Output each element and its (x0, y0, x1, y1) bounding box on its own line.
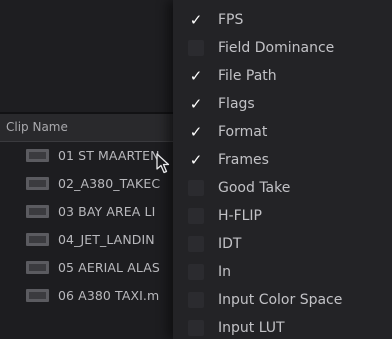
checkmark-icon: ✓ (189, 11, 203, 29)
menu-item-label: Field Dominance (218, 40, 335, 56)
menu-item-frames[interactable]: ✓ Frames (173, 146, 392, 174)
film-clip-icon (26, 204, 49, 218)
menu-item-label: IDT (218, 236, 242, 252)
list-item[interactable]: 03 BAY AREA LI (26, 201, 155, 221)
unchecked-box-icon (188, 40, 204, 56)
menu-item-label: Good Take (218, 180, 291, 196)
mouse-pointer-icon (156, 153, 170, 174)
checkmark-icon: ✓ (189, 95, 203, 113)
menu-item-fps[interactable]: ✓ FPS (173, 6, 392, 34)
menu-item-field-dominance[interactable]: Field Dominance (173, 34, 392, 62)
unchecked-box-icon (188, 180, 204, 196)
unchecked-box-icon (188, 320, 204, 336)
list-item[interactable]: 01 ST MAARTEN (26, 145, 160, 165)
menu-item-flags[interactable]: ✓ Flags (173, 90, 392, 118)
unchecked-box-icon (188, 264, 204, 280)
checkmark-icon: ✓ (189, 123, 203, 141)
menu-item-label: File Path (218, 68, 277, 84)
film-clip-icon (26, 288, 49, 302)
checkmark-icon: ✓ (189, 67, 203, 85)
clip-name: 02_A380_TAKEC (58, 175, 161, 191)
menu-item-format[interactable]: ✓ Format (173, 118, 392, 146)
film-clip-icon (26, 148, 49, 162)
menu-item-input-lut[interactable]: Input LUT (173, 314, 392, 339)
menu-item-label: Format (218, 124, 268, 140)
menu-item-label: In (218, 264, 232, 280)
film-clip-icon (26, 232, 49, 246)
menu-item-label: Input LUT (218, 320, 285, 336)
list-item[interactable]: 05 AERIAL ALAS (26, 257, 160, 277)
menu-item-file-path[interactable]: ✓ File Path (173, 62, 392, 90)
menu-item-label: Flags (218, 96, 255, 112)
column-header-clip-name[interactable]: Clip Name (6, 120, 68, 134)
app-window: Clip Name 01 ST MAARTEN 02_A380_TAKEC 03… (0, 0, 392, 339)
menu-item-h-flip[interactable]: H-FLIP (173, 202, 392, 230)
menu-item-good-take[interactable]: Good Take (173, 174, 392, 202)
menu-item-label: FPS (218, 12, 244, 28)
column-visibility-menu: ✓ FPS Field Dominance ✓ File Path ✓ Flag… (173, 0, 392, 339)
menu-item-label: Input Color Space (218, 292, 343, 308)
clip-name: 03 BAY AREA LI (58, 203, 156, 219)
list-item[interactable]: 04_JET_LANDIN (26, 229, 155, 249)
clip-name: 05 AERIAL ALAS (58, 259, 160, 275)
film-clip-icon (26, 260, 49, 274)
list-item[interactable]: 02_A380_TAKEC (26, 173, 160, 193)
menu-item-input-color-space[interactable]: Input Color Space (173, 286, 392, 314)
menu-item-idt[interactable]: IDT (173, 230, 392, 258)
clip-name: 04_JET_LANDIN (58, 231, 155, 247)
list-item[interactable]: 06 A380 TAXI.m (26, 285, 159, 305)
clip-name: 06 A380 TAXI.m (58, 287, 160, 303)
checkmark-icon: ✓ (189, 151, 203, 169)
menu-item-label: H-FLIP (218, 208, 263, 224)
unchecked-box-icon (188, 208, 204, 224)
film-clip-icon (26, 176, 49, 190)
unchecked-box-icon (188, 292, 204, 308)
menu-item-label: Frames (218, 152, 269, 168)
clip-name: 01 ST MAARTEN (58, 147, 160, 163)
unchecked-box-icon (188, 236, 204, 252)
menu-item-in[interactable]: In (173, 258, 392, 286)
